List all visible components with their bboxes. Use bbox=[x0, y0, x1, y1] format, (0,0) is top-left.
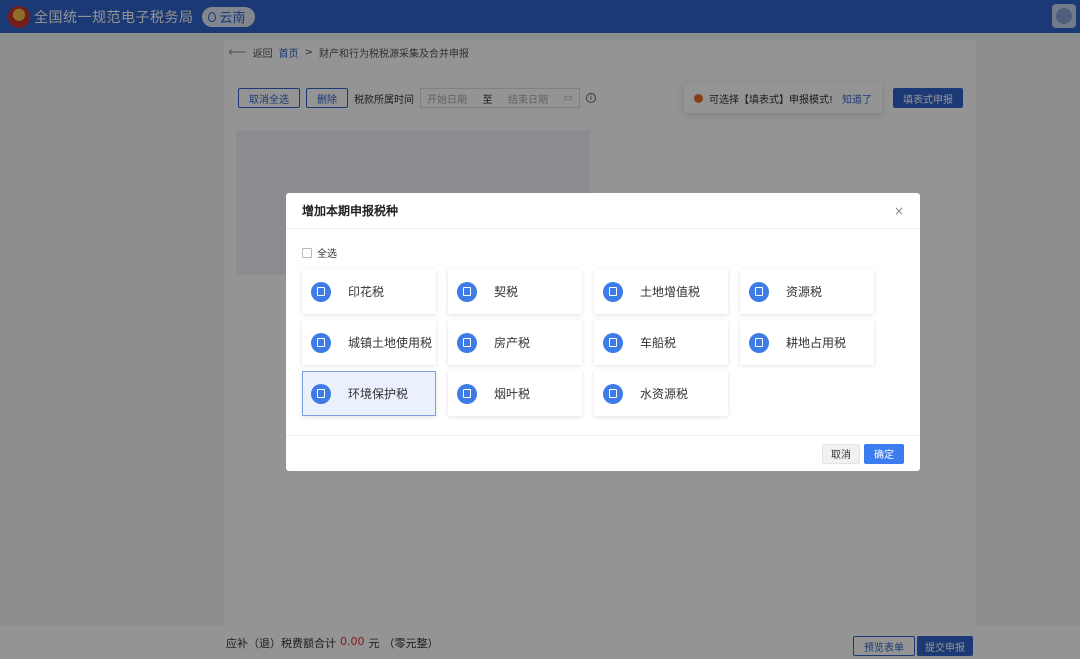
tax-type-icon bbox=[603, 383, 623, 404]
tax-card[interactable]: 环境保护税 bbox=[302, 371, 436, 416]
tax-card[interactable]: 房产税 bbox=[448, 320, 582, 365]
tax-card[interactable]: 契税 bbox=[448, 269, 582, 314]
tax-card-label: 契税 bbox=[494, 285, 519, 299]
select-all-label: 全选 bbox=[317, 249, 337, 260]
tax-type-icon bbox=[311, 383, 331, 404]
tax-card[interactable]: 水资源税 bbox=[594, 371, 728, 416]
tax-card-label: 车船税 bbox=[640, 336, 677, 350]
tax-type-icon bbox=[749, 332, 769, 353]
tax-type-grid: 印花税 契税 土地增值税 资源税城镇土地使用税 房产税 车船税 耕地占用税环境保护税 烟叶税 水… bbox=[302, 269, 874, 416]
tax-card[interactable]: 耕地占用税 bbox=[740, 320, 874, 365]
tax-card[interactable]: 城镇土地使用税 bbox=[302, 320, 436, 365]
tax-card-label: 土地增值税 bbox=[640, 285, 701, 299]
tax-type-icon bbox=[311, 281, 331, 302]
add-tax-type-dialog: 增加本期申报税种 × 全选 印花税 契税 土地增值税 资源税城镇土地使用税 房产税 车船税… bbox=[286, 193, 920, 471]
tax-card[interactable]: 印花税 bbox=[302, 269, 436, 314]
checkbox-box[interactable] bbox=[302, 247, 312, 258]
close-icon[interactable]: × bbox=[894, 204, 904, 218]
tax-type-icon bbox=[603, 332, 623, 353]
tax-card-label: 房产税 bbox=[494, 336, 531, 350]
tax-type-icon bbox=[749, 281, 769, 302]
tax-type-icon bbox=[603, 281, 623, 302]
tax-card-label: 水资源税 bbox=[640, 387, 689, 401]
select-all-checkbox[interactable]: 全选 bbox=[302, 245, 337, 260]
tax-type-icon bbox=[457, 281, 477, 302]
tax-card-label: 城镇土地使用税 bbox=[348, 336, 433, 350]
tax-card[interactable]: 资源税 bbox=[740, 269, 874, 314]
tax-card-label: 资源税 bbox=[786, 285, 823, 299]
confirm-button[interactable]: 确定 bbox=[864, 443, 904, 464]
tax-type-icon bbox=[457, 383, 477, 404]
tax-type-icon bbox=[311, 332, 331, 353]
dialog-header: 增加本期申报税种 × bbox=[286, 193, 920, 229]
tax-card[interactable]: 土地增值税 bbox=[594, 269, 728, 314]
tax-card[interactable]: 车船税 bbox=[594, 320, 728, 365]
tax-card-label: 印花税 bbox=[348, 285, 385, 299]
tax-card-label: 烟叶税 bbox=[494, 387, 531, 401]
tax-card-label: 环境保护税 bbox=[348, 387, 409, 401]
dialog-title: 增加本期申报税种 bbox=[302, 204, 399, 218]
tax-type-icon bbox=[457, 332, 477, 353]
tax-card-label: 耕地占用税 bbox=[786, 336, 847, 350]
tax-card[interactable]: 烟叶税 bbox=[448, 371, 582, 416]
cancel-button[interactable]: 取消 bbox=[822, 443, 860, 464]
dialog-footer: 取消 确定 bbox=[286, 435, 920, 471]
